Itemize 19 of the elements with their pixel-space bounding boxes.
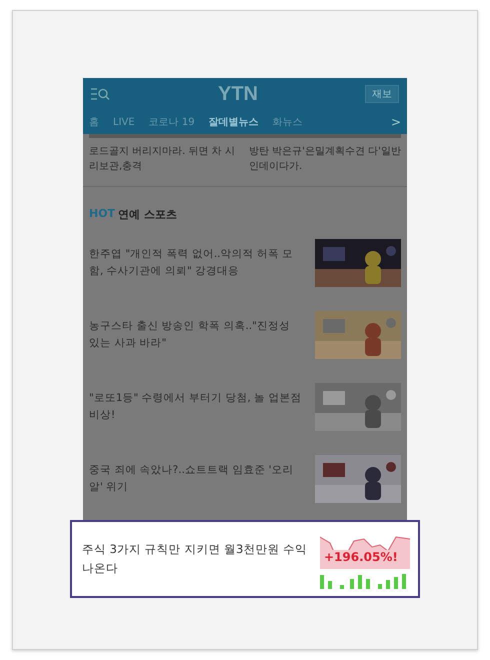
ad-banner[interactable]: 주식 3가지 규칙만 지키면 월3천만원 수익 나온다 +196.05%!: [70, 520, 420, 598]
article-title[interactable]: 한주엽 "개인적 폭력 없어..악의적 허폭 모함, 수사기관에 의뢰" 강경대응: [89, 246, 303, 280]
hot-label: HOT: [89, 207, 116, 222]
article-title[interactable]: "로또1등" 수령에서 부터기 당첨, 놀 업본점 비상!: [89, 390, 303, 424]
nav-tab[interactable]: 코로나 19: [148, 115, 195, 129]
nav-tab[interactable]: 홈: [89, 115, 99, 129]
header-button[interactable]: 재보: [365, 85, 399, 103]
section-title: 연예 스포츠: [118, 207, 177, 222]
nav-tab[interactable]: LIVE: [113, 116, 135, 128]
article-title[interactable]: 로드골지 버리지마라. 뒤면 차 시리보관,충격: [89, 144, 241, 174]
article-title[interactable]: 농구스타 출신 방송인 학폭 의혹.."진정성 있는 사과 바라": [89, 318, 303, 352]
logo[interactable]: YTN: [218, 82, 258, 106]
ad-text: 주식 3가지 규칙만 지키면 월3천만원 수익 나온다: [82, 541, 308, 577]
article-title[interactable]: 중국 죄에 속았나?..쇼트트랙 임효준 '오리알' 위기: [89, 462, 303, 496]
article-title[interactable]: 방탄 박은규'은밀계획수견 다'일반인데이다가.: [249, 144, 401, 174]
nav-tab[interactable]: 잘데별뉴스: [208, 115, 259, 129]
nav-tab[interactable]: 화뉴스: [272, 115, 303, 129]
menu-search-icon[interactable]: [91, 88, 111, 100]
more-arrow[interactable]: >: [390, 115, 401, 129]
